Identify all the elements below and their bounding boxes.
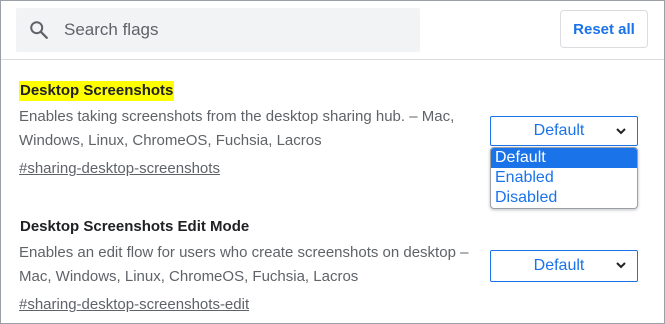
reset-all-button[interactable]: Reset all <box>560 10 648 48</box>
dropdown-option-enabled[interactable]: Enabled <box>491 168 637 188</box>
flag-dropdown-options: Default Enabled Disabled <box>490 147 638 209</box>
flag-title: Desktop Screenshots Edit Mode <box>20 218 250 235</box>
select-value: Default <box>533 122 585 139</box>
search-box[interactable] <box>16 8 420 52</box>
flag-permalink[interactable]: #sharing-desktop-screenshots <box>19 157 220 181</box>
flag-title: Desktop Screenshots <box>19 81 175 101</box>
flags-header: Reset all <box>1 1 664 60</box>
search-input[interactable] <box>62 19 406 41</box>
flag-select-desktop-screenshots-edit[interactable]: Default <box>490 250 638 282</box>
flag-permalink[interactable]: #sharing-desktop-screenshots-edit <box>19 293 249 317</box>
dropdown-option-disabled[interactable]: Disabled <box>491 188 637 208</box>
chevron-down-icon <box>616 128 626 135</box>
chevron-down-icon <box>616 262 626 269</box>
flag-description: Enables taking screenshots from the desk… <box>19 108 455 149</box>
dropdown-option-default[interactable]: Default <box>491 148 637 168</box>
search-icon <box>30 21 48 39</box>
flag-entry-desktop-screenshots: Desktop Screenshots Enables taking scree… <box>19 81 469 181</box>
select-value: Default <box>533 257 585 274</box>
flag-entry-desktop-screenshots-edit: Desktop Screenshots Edit Mode Enables an… <box>19 217 469 317</box>
flag-description: Enables an edit flow for users who creat… <box>19 244 469 285</box>
flag-select-desktop-screenshots[interactable]: Default <box>490 116 638 146</box>
